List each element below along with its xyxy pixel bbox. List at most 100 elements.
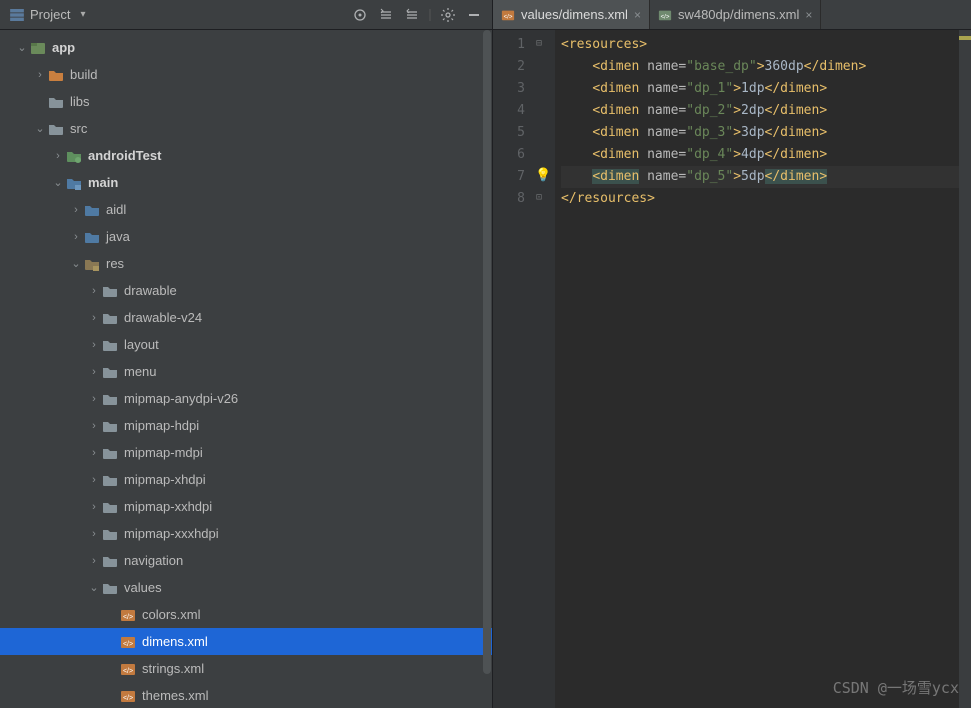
tree-item-libs[interactable]: libs	[0, 88, 492, 115]
xml-icon: </>	[120, 688, 136, 704]
line-number[interactable]: 7	[493, 166, 525, 188]
chevron-down-icon[interactable]: ⌄	[32, 122, 48, 135]
tree-item-androidtest[interactable]: ›androidTest	[0, 142, 492, 169]
folder-src-icon	[66, 175, 82, 191]
chevron-down-icon[interactable]: ⌄	[50, 176, 66, 189]
select-opened-file-button[interactable]	[348, 3, 372, 27]
tree-item-app[interactable]: ⌄ app	[0, 34, 492, 61]
tree-scrollbar[interactable]	[483, 30, 491, 674]
chevron-right-icon[interactable]: ›	[50, 150, 66, 162]
code-line[interactable]: <dimen name="dp_3">3dp</dimen>	[561, 122, 971, 144]
tree-item-drawable-v24[interactable]: ›drawable-v24	[0, 304, 492, 331]
tree-item-navigation[interactable]: ›navigation	[0, 547, 492, 574]
tree-item-build[interactable]: ›build	[0, 61, 492, 88]
tree-item-mipmap-xxxhdpi[interactable]: ›mipmap-xxxhdpi	[0, 520, 492, 547]
chevron-right-icon[interactable]: ›	[86, 393, 102, 405]
tree-item-menu[interactable]: › menu	[0, 358, 492, 385]
editor-tab[interactable]: </>values/dimens.xml×	[493, 0, 650, 29]
tree-item-mipmap-mdpi[interactable]: ›mipmap-mdpi	[0, 439, 492, 466]
close-icon[interactable]: ×	[634, 8, 641, 22]
tree-item-colors-xml[interactable]: </>colors.xml	[0, 601, 492, 628]
folder-pkg-icon	[84, 229, 100, 245]
tree-item-label: themes.xml	[142, 688, 208, 703]
tab-label: sw480dp/dimens.xml	[678, 7, 799, 22]
tree-item-label: app	[52, 40, 75, 55]
chevron-down-icon[interactable]: ⌄	[68, 257, 84, 270]
line-number[interactable]: 2	[493, 56, 525, 78]
line-number[interactable]: 4	[493, 100, 525, 122]
tree-item-layout[interactable]: › layout	[0, 331, 492, 358]
chevron-right-icon[interactable]: ›	[86, 447, 102, 459]
folder-icon	[102, 445, 118, 461]
project-tree[interactable]: ⌄ app ›buildlibs⌄src›androidTest ⌄ main › aidl…	[0, 30, 492, 708]
tree-item-drawable[interactable]: ›drawable	[0, 277, 492, 304]
line-number[interactable]: 1	[493, 34, 525, 56]
tree-item-label: menu	[124, 364, 157, 379]
chevron-right-icon[interactable]: ›	[86, 474, 102, 486]
folder-icon	[102, 310, 118, 326]
intention-bulb-icon[interactable]: 💡	[535, 168, 551, 183]
chevron-right-icon[interactable]: ›	[86, 555, 102, 567]
tree-item-aidl[interactable]: › aidl	[0, 196, 492, 223]
tree-item-label: values	[124, 580, 162, 595]
chevron-right-icon[interactable]: ›	[32, 69, 48, 81]
fold-close-icon[interactable]: ⊡	[536, 192, 542, 203]
chevron-down-icon[interactable]: ⌄	[14, 41, 30, 54]
chevron-right-icon[interactable]: ›	[86, 366, 102, 378]
tree-item-label: layout	[124, 337, 159, 352]
tree-item-mipmap-hdpi[interactable]: › mipmap-hdpi	[0, 412, 492, 439]
code-line[interactable]: <dimen name="dp_4">4dp</dimen>	[561, 144, 971, 166]
code-line[interactable]: <resources>	[561, 34, 971, 56]
close-icon[interactable]: ×	[805, 8, 812, 22]
gutter-marks[interactable]: ⊟ 💡 ⊡	[533, 30, 555, 708]
folder-icon	[102, 526, 118, 542]
tree-item-strings-xml[interactable]: </>strings.xml	[0, 655, 492, 682]
tree-item-mipmap-xhdpi[interactable]: ›mipmap-xhdpi	[0, 466, 492, 493]
tree-item-themes-xml[interactable]: </> themes.xml	[0, 682, 492, 708]
chevron-right-icon[interactable]: ›	[68, 231, 84, 243]
chevron-right-icon[interactable]: ›	[86, 528, 102, 540]
line-number[interactable]: 8	[493, 188, 525, 210]
tree-item-java[interactable]: ›java	[0, 223, 492, 250]
code-content[interactable]: <resources> <dimen name="base_dp">360dp<…	[555, 30, 971, 708]
project-view-selector[interactable]: Project ▾	[10, 7, 348, 22]
code-line[interactable]: <dimen name="base_dp">360dp</dimen>	[561, 56, 971, 78]
tree-item-src[interactable]: ⌄src	[0, 115, 492, 142]
line-number[interactable]: 6	[493, 144, 525, 166]
code-line[interactable]: <dimen name="dp_2">2dp</dimen>	[561, 100, 971, 122]
code-line[interactable]: <dimen name="dp_5">5dp</dimen>	[561, 166, 971, 188]
svg-text:</>: </>	[123, 695, 133, 702]
line-number[interactable]: 5	[493, 122, 525, 144]
line-number-gutter[interactable]: 12345678	[493, 30, 533, 708]
folder-icon	[48, 94, 64, 110]
tree-item-dimens-xml[interactable]: </>dimens.xml	[0, 628, 492, 655]
chevron-down-icon[interactable]: ⌄	[86, 581, 102, 594]
chevron-right-icon[interactable]: ›	[86, 420, 102, 432]
tree-item-label: mipmap-hdpi	[124, 418, 199, 433]
tree-item-label: main	[88, 175, 118, 190]
tree-item-main[interactable]: ⌄ main	[0, 169, 492, 196]
expand-all-button[interactable]	[374, 3, 398, 27]
hide-button[interactable]	[462, 3, 486, 27]
editor-scrollbar[interactable]	[959, 30, 971, 708]
tree-item-label: aidl	[106, 202, 126, 217]
fold-open-icon[interactable]: ⊟	[536, 38, 542, 49]
folder-res-icon	[84, 256, 100, 272]
code-line[interactable]: <dimen name="dp_1">1dp</dimen>	[561, 78, 971, 100]
chevron-right-icon[interactable]: ›	[86, 339, 102, 351]
settings-button[interactable]	[436, 3, 460, 27]
tree-item-res[interactable]: ⌄res	[0, 250, 492, 277]
code-editor[interactable]: 12345678 ⊟ 💡 ⊡ <resources> <dimen name="ba…	[493, 30, 971, 708]
code-line[interactable]: </resources>	[561, 188, 971, 210]
chevron-right-icon[interactable]: ›	[86, 501, 102, 513]
folder-icon	[102, 553, 118, 569]
tree-item-mipmap-xxhdpi[interactable]: ›mipmap-xxhdpi	[0, 493, 492, 520]
collapse-all-button[interactable]	[400, 3, 424, 27]
tree-item-values[interactable]: ⌄ values	[0, 574, 492, 601]
editor-tab[interactable]: </>sw480dp/dimens.xml×	[650, 0, 821, 29]
chevron-right-icon[interactable]: ›	[86, 312, 102, 324]
chevron-right-icon[interactable]: ›	[86, 285, 102, 297]
line-number[interactable]: 3	[493, 78, 525, 100]
tree-item-mipmap-anydpi-v26[interactable]: ›mipmap-anydpi-v26	[0, 385, 492, 412]
chevron-right-icon[interactable]: ›	[68, 204, 84, 216]
